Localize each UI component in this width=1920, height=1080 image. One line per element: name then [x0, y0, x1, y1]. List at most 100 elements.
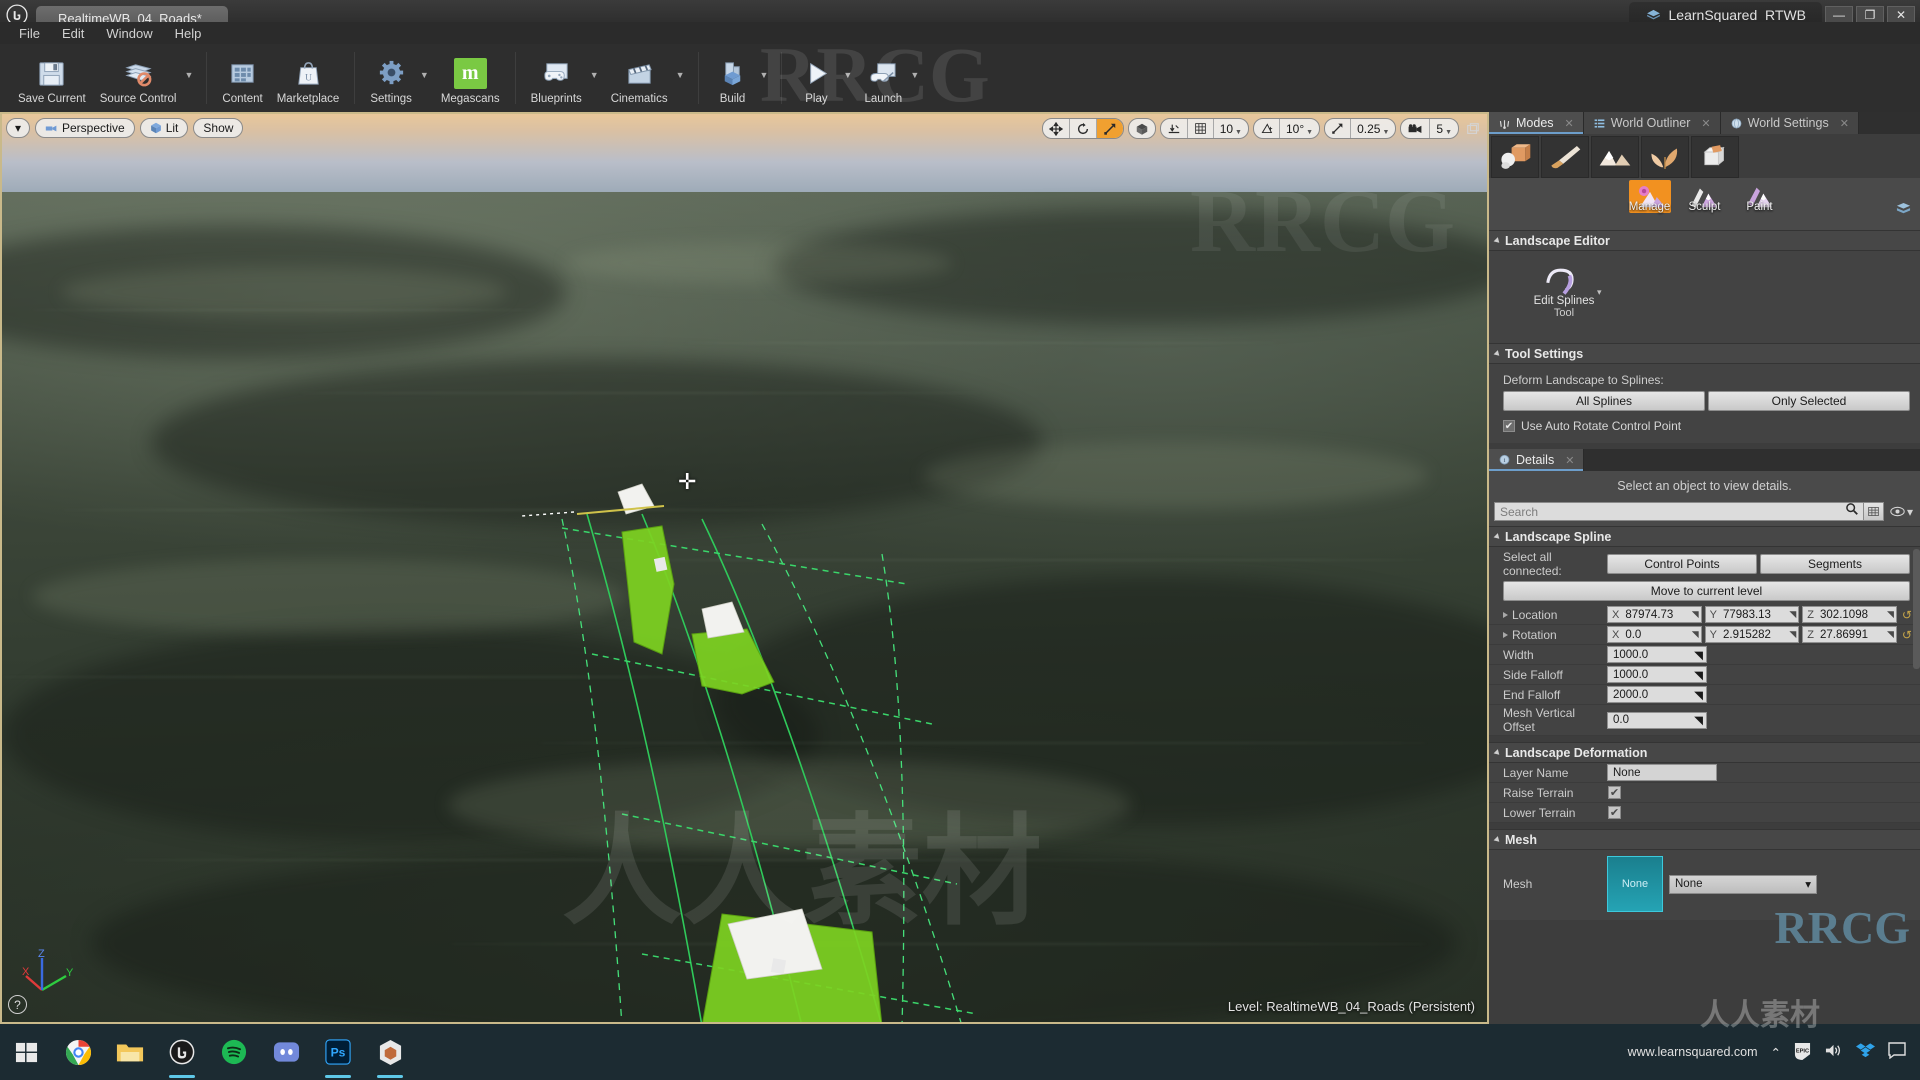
mesh-vertical-offset-field[interactable]: 0.0 ◥: [1607, 711, 1707, 729]
rotation-reset-button[interactable]: ↺: [1900, 628, 1914, 642]
camera-speed-group[interactable]: 5 ▼: [1400, 118, 1459, 139]
tab-world-settings[interactable]: World Settings ✕: [1720, 112, 1859, 134]
raise-terrain-checkbox[interactable]: ✔: [1608, 786, 1621, 799]
rotation-z-field[interactable]: Z 27.86991 ◥: [1802, 626, 1897, 643]
spinner-icon[interactable]: ◥: [1692, 629, 1699, 640]
notifications-tray-icon[interactable]: [1888, 1042, 1906, 1062]
build-caret[interactable]: ▼: [759, 70, 774, 86]
play-caret[interactable]: ▼: [842, 70, 857, 86]
source-control-caret[interactable]: ▼: [183, 70, 198, 86]
mesh-thumbnail[interactable]: None: [1607, 856, 1663, 912]
section-landscape-editor[interactable]: Landscape Editor: [1489, 230, 1920, 251]
content-button[interactable]: Content: [215, 49, 269, 109]
build-button[interactable]: Build: [707, 49, 759, 109]
blueprints-caret[interactable]: ▼: [589, 70, 604, 86]
width-field[interactable]: 1000.0 ◥: [1607, 646, 1707, 663]
only-selected-button[interactable]: Only Selected: [1708, 391, 1910, 411]
show-menu-button[interactable]: Show: [193, 118, 244, 138]
grid-snap-group[interactable]: 10 ▼: [1159, 118, 1249, 139]
mesh-paint-mode-button[interactable]: [1691, 136, 1739, 178]
grid-snap-value-dropdown[interactable]: 10 ▼: [1214, 119, 1248, 138]
control-points-button[interactable]: Control Points: [1607, 554, 1757, 574]
place-mode-button[interactable]: [1491, 136, 1539, 178]
menu-item-window[interactable]: Window: [95, 24, 163, 43]
location-y-field[interactable]: Y 77983.13 ◥: [1704, 606, 1800, 623]
camera-speed-value-dropdown[interactable]: 5 ▼: [1430, 119, 1458, 138]
spinner-icon[interactable]: ◥: [1694, 668, 1703, 682]
explorer-taskbar-icon[interactable]: [104, 1024, 156, 1080]
location-reset-button[interactable]: ↺: [1900, 608, 1914, 622]
location-x-field[interactable]: X 87974.73 ◥: [1607, 606, 1702, 623]
spotify-taskbar-icon[interactable]: [208, 1024, 260, 1080]
maximize-viewport-icon[interactable]: [1463, 120, 1483, 138]
scale-snap-toggle[interactable]: [1325, 119, 1352, 138]
auto-rotate-checkbox[interactable]: ✔: [1503, 420, 1515, 432]
subtool-sculpt[interactable]: Sculpt: [1680, 180, 1730, 213]
rotate-gizmo-button[interactable]: [1070, 119, 1097, 138]
side-falloff-field[interactable]: 1000.0 ◥: [1607, 666, 1707, 683]
spinner-icon[interactable]: ◥: [1789, 609, 1796, 620]
unreal-taskbar-icon[interactable]: [156, 1024, 208, 1080]
translate-gizmo-button[interactable]: [1043, 119, 1070, 138]
viewport-help-button[interactable]: ?: [8, 995, 27, 1014]
launch-button[interactable]: Launch: [857, 49, 909, 109]
layer-name-field[interactable]: None: [1607, 764, 1717, 781]
rotation-y-field[interactable]: Y 2.915282 ◥: [1704, 626, 1800, 643]
eye-icon[interactable]: ▾: [1888, 505, 1915, 519]
spinner-icon[interactable]: ◥: [1692, 609, 1699, 620]
close-icon[interactable]: ✕: [1565, 454, 1574, 467]
auto-rotate-checkbox-row[interactable]: ✔ Use Auto Rotate Control Point: [1503, 419, 1910, 433]
megascans-button[interactable]: m Megascans: [434, 49, 507, 109]
transform-gizmo-group[interactable]: [1041, 118, 1124, 139]
grid-view-icon[interactable]: [1862, 502, 1884, 521]
volume-tray-icon[interactable]: [1824, 1042, 1843, 1062]
tab-world-outliner[interactable]: World Outliner ✕: [1583, 112, 1721, 134]
tray-chevron-icon[interactable]: ⌃: [1771, 1045, 1781, 1060]
settings-button[interactable]: Settings: [363, 49, 419, 109]
cinematics-caret[interactable]: ▼: [675, 70, 690, 86]
photoshop-taskbar-icon[interactable]: Ps: [312, 1024, 364, 1080]
camera-speed-icon[interactable]: [1401, 119, 1431, 138]
view-mode-perspective-button[interactable]: Perspective: [35, 118, 135, 138]
move-to-current-level-button[interactable]: Move to current level: [1503, 581, 1910, 601]
section-landscape-spline[interactable]: Landscape Spline: [1489, 526, 1920, 547]
dropbox-tray-icon[interactable]: [1856, 1042, 1875, 1063]
angle-snap-group[interactable]: 10° ▼: [1252, 118, 1321, 139]
landscape-mode-button[interactable]: [1591, 136, 1639, 178]
details-scrollbar[interactable]: [1913, 549, 1920, 669]
expand-triangle-icon[interactable]: [1503, 631, 1508, 638]
grid-snap-toggle[interactable]: [1188, 119, 1214, 138]
spinner-icon[interactable]: ◥: [1789, 629, 1796, 640]
cinematics-button[interactable]: Cinematics: [604, 49, 675, 109]
menu-item-file[interactable]: File: [8, 24, 51, 43]
play-button[interactable]: Play: [790, 49, 842, 109]
blueprints-button[interactable]: Blueprints: [524, 49, 589, 109]
viewport-options-button[interactable]: ▾: [6, 118, 30, 138]
substance-taskbar-icon[interactable]: [364, 1024, 416, 1080]
section-landscape-deformation[interactable]: Landscape Deformation: [1489, 742, 1920, 763]
launch-caret[interactable]: ▼: [909, 70, 924, 86]
menu-item-edit[interactable]: Edit: [51, 24, 95, 43]
scale-gizmo-button[interactable]: [1096, 119, 1123, 138]
coord-space-button[interactable]: [1129, 119, 1155, 138]
angle-snap-value-dropdown[interactable]: 10° ▼: [1280, 119, 1319, 138]
section-tool-settings[interactable]: Tool Settings: [1489, 343, 1920, 364]
tab-modes[interactable]: Modes ✕: [1489, 112, 1584, 134]
segments-button[interactable]: Segments: [1760, 554, 1910, 574]
close-icon[interactable]: ✕: [1840, 117, 1849, 130]
subtool-settings-dropdown[interactable]: [1895, 202, 1912, 222]
location-z-field[interactable]: Z 302.1098 ◥: [1802, 606, 1897, 623]
scale-snap-value-dropdown[interactable]: 0.25 ▼: [1351, 119, 1395, 138]
discord-taskbar-icon[interactable]: [260, 1024, 312, 1080]
all-splines-button[interactable]: All Splines: [1503, 391, 1705, 411]
spinner-icon[interactable]: ◥: [1887, 609, 1894, 620]
view-mode-lit-button[interactable]: Lit: [139, 118, 189, 138]
surface-snap-button[interactable]: [1161, 119, 1188, 138]
rotation-x-field[interactable]: X 0.0 ◥: [1607, 626, 1702, 643]
subtool-paint[interactable]: Paint: [1735, 180, 1785, 213]
source-control-button[interactable]: Source Control: [93, 49, 184, 109]
coordinate-space-group[interactable]: [1127, 118, 1156, 139]
edit-splines-tool-button[interactable]: Edit Splines Tool: [1527, 263, 1601, 319]
marketplace-button[interactable]: U Marketplace: [270, 49, 347, 109]
start-button[interactable]: [0, 1024, 52, 1080]
